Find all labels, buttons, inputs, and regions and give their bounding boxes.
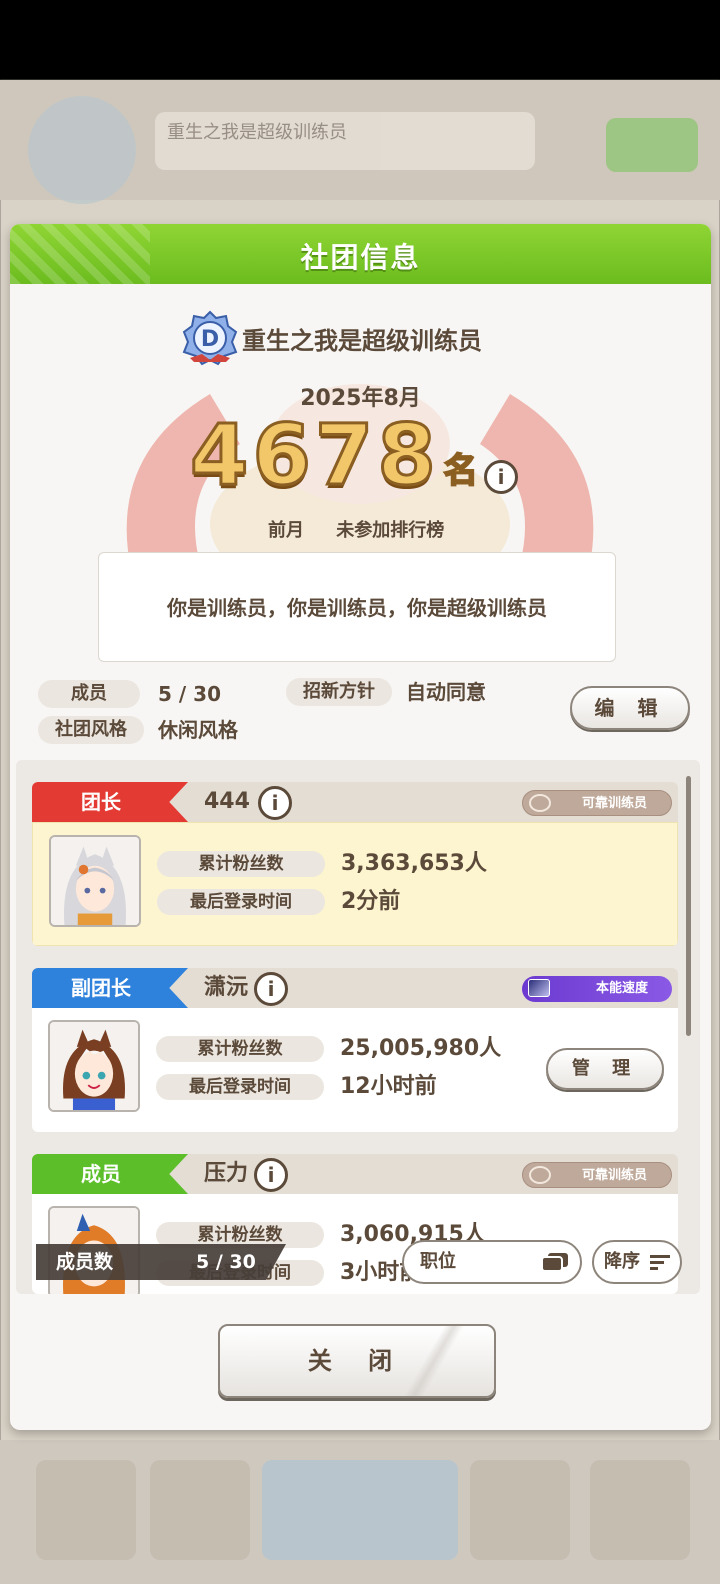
club-info-dialog: 社团信息 D 重生之我是超级训练员 2025年8月 4678 名 i 前月 未参… xyxy=(10,224,711,1430)
close-button[interactable]: 关 闭 xyxy=(218,1324,496,1398)
recruit-policy-value: 自动同意 xyxy=(406,680,486,704)
club-rank-d-icon: D xyxy=(182,310,238,366)
role-tag-member: 成员 xyxy=(32,1154,188,1194)
manage-button[interactable]: 管 理 xyxy=(546,1048,664,1090)
member-name: 潇沅 xyxy=(204,975,249,1000)
member-info-icon[interactable]: i xyxy=(258,786,292,820)
club-title-row: D 重生之我是超级训练员 xyxy=(182,310,482,366)
status-bar xyxy=(0,0,720,80)
close-button-shine xyxy=(404,1326,464,1396)
dialog-header: 社团信息 xyxy=(10,224,711,284)
member-card-header: 副团长 潇沅 i 本能速度 xyxy=(32,968,678,1008)
last-login-label: 最后登录时间 xyxy=(157,889,325,915)
avatar-silver-hair-icon xyxy=(51,837,139,925)
previous-month-label: 前月 xyxy=(268,520,304,541)
skill-card-icon xyxy=(528,979,550,997)
crown-icon xyxy=(529,794,551,812)
fans-label: 累计粉丝数 xyxy=(157,851,325,877)
svg-text:D: D xyxy=(201,327,219,352)
close-button-label: 关 闭 xyxy=(307,1347,407,1375)
member-avatar[interactable] xyxy=(48,1020,140,1112)
member-info-icon[interactable]: i xyxy=(254,972,288,1006)
member-card-body: 累计粉丝数 3,363,653人 最后登录时间 2分前 xyxy=(32,822,678,946)
background-tab-1 xyxy=(36,1460,136,1560)
background-tab-4 xyxy=(470,1460,570,1560)
rank-display: 4678 名 xyxy=(189,406,479,504)
rank-number: 4678 xyxy=(189,406,440,504)
trainer-title-text: 可靠训练员 xyxy=(581,796,647,811)
role-tag-leader: 团长 xyxy=(32,782,188,822)
member-count-bar: 成员数 5 / 30 xyxy=(36,1244,286,1280)
member-card[interactable]: 副团长 潇沅 i 本能速度 累计粉丝数 25,005,980人 最后登录时间 1… xyxy=(32,968,678,1132)
fans-label: 累计粉丝数 xyxy=(156,1036,324,1062)
club-motto: 你是训练员，你是训练员，你是超级训练员 xyxy=(98,552,616,662)
role-tag-vice-leader: 副团长 xyxy=(32,968,188,1008)
trainer-title-badge: 可靠训练员 xyxy=(522,1162,672,1188)
background-club-name: 重生之我是超级训练员 xyxy=(167,122,347,143)
member-info-icon[interactable]: i xyxy=(254,1158,288,1192)
club-style-value: 休闲风格 xyxy=(158,718,238,742)
members-count-label: 成员 xyxy=(38,680,140,708)
member-name: 压力 xyxy=(204,1161,249,1186)
rank-unit: 名 xyxy=(443,450,479,492)
last-login-value: 2分前 xyxy=(341,889,401,914)
edit-button[interactable]: 编 辑 xyxy=(570,686,690,730)
member-count-label: 成员数 xyxy=(56,1251,114,1273)
trainer-title-badge: 本能速度 xyxy=(522,976,672,1002)
trainer-title-text: 本能速度 xyxy=(595,981,648,996)
last-login-label: 最后登录时间 xyxy=(156,1074,324,1100)
previous-month-rank: 前月 未参加排行榜 xyxy=(268,516,444,542)
previous-month-value: 未参加排行榜 xyxy=(336,520,445,541)
club-style-label: 社团风格 xyxy=(38,716,144,744)
member-card-header: 成员 压力 i 可靠训练员 xyxy=(32,1154,678,1194)
member-list-scrollbar[interactable] xyxy=(686,776,691,1036)
member-card-header: 团长 444 i 可靠训练员 xyxy=(32,782,678,822)
sort-field-select[interactable]: 职位 xyxy=(402,1240,582,1284)
background-club-emblem xyxy=(28,96,136,204)
trainer-title-text: 可靠训练员 xyxy=(581,1168,647,1183)
member-card-body: 累计粉丝数 25,005,980人 最后登录时间 12小时前 管 理 xyxy=(32,1008,678,1132)
sort-order-label: 降序 xyxy=(604,1251,640,1272)
trainer-title-badge: 可靠训练员 xyxy=(522,790,672,816)
background-tab-2 xyxy=(150,1460,250,1560)
member-count-value: 5 / 30 xyxy=(196,1251,256,1273)
background-green-button xyxy=(606,118,698,172)
rank-info-icon[interactable]: i xyxy=(484,460,518,494)
fans-value: 3,363,653人 xyxy=(341,851,487,876)
member-name: 444 xyxy=(204,789,250,814)
sort-field-toggle-icon xyxy=(542,1253,568,1271)
member-list[interactable]: 团长 444 i 可靠训练员 累计粉丝数 3,363,653人 最后登录时间 2… xyxy=(16,760,700,1294)
sort-descending-icon xyxy=(650,1255,670,1270)
recruit-policy-label: 招新方针 xyxy=(286,678,392,706)
background-club-title: 重生之我是超级训练员 xyxy=(155,112,535,170)
background-tab-5 xyxy=(590,1460,690,1560)
member-card[interactable]: 团长 444 i 可靠训练员 累计粉丝数 3,363,653人 最后登录时间 2… xyxy=(32,782,678,946)
last-login-value: 12小时前 xyxy=(340,1074,437,1099)
fans-value: 25,005,980人 xyxy=(340,1036,502,1061)
dialog-title: 社团信息 xyxy=(300,241,421,274)
background-tab-3 xyxy=(262,1460,458,1560)
avatar-brown-hair-icon xyxy=(50,1022,138,1110)
members-count-value: 5 / 30 xyxy=(158,682,221,706)
crown-icon xyxy=(529,1166,551,1184)
club-name: 重生之我是超级训练员 xyxy=(242,326,482,355)
member-avatar[interactable] xyxy=(49,835,141,927)
sort-field-label: 职位 xyxy=(420,1251,456,1272)
sort-order-button[interactable]: 降序 xyxy=(592,1240,682,1284)
